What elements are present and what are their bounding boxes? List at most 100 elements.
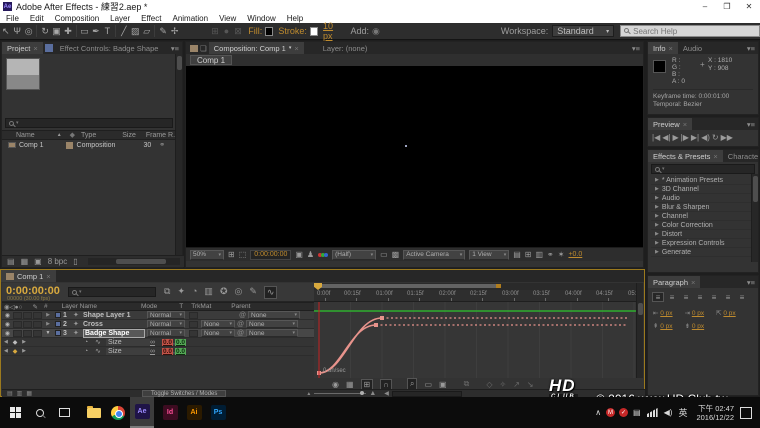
expander-icon[interactable]: ▼ [43, 330, 53, 336]
panel-menu-icon[interactable]: ▾≡ [744, 118, 758, 130]
type-tool-icon[interactable]: T [102, 26, 113, 36]
easy-ease-icon[interactable]: ✧ [499, 380, 506, 389]
play-button[interactable]: ▶ [672, 133, 678, 142]
edit-keyframe-icon[interactable]: ◇ [486, 380, 492, 389]
dimension-link-icon[interactable]: ∞ [150, 339, 162, 346]
view-layout-dropdown[interactable]: 1 View▾ [469, 250, 509, 260]
expand-layer-switches-icon[interactable]: ▤ [7, 390, 13, 397]
close-button[interactable]: ✕ [738, 0, 760, 13]
parent-pickwhip-icon[interactable]: @ [239, 312, 248, 319]
col-layer-name[interactable]: Layer Name [62, 303, 97, 310]
menu-view[interactable]: View [219, 14, 236, 23]
parent-dropdown[interactable]: None▾ [248, 311, 300, 319]
audio-cell[interactable] [13, 330, 22, 337]
volume-icon[interactable]: ◀) [664, 408, 673, 417]
menu-help[interactable]: Help [287, 14, 303, 23]
next-frame-button[interactable]: |▶ [681, 133, 689, 142]
col-size[interactable]: Size [122, 132, 136, 139]
graph-editor-icon[interactable]: ∿ [264, 286, 278, 299]
effects-search[interactable]: ▾ [651, 164, 755, 174]
timeline-button-icon[interactable]: ▥ [535, 250, 543, 259]
col-parent[interactable]: Parent [231, 303, 250, 310]
help-search[interactable] [620, 25, 760, 37]
fill-swatch[interactable] [265, 27, 273, 36]
solo-cell[interactable] [23, 330, 32, 337]
fx-category-distort[interactable]: ▶Distort [651, 230, 755, 239]
size-x-value[interactable]: 0.0 [162, 348, 173, 355]
justify-last-center-button[interactable]: ≡ [708, 292, 720, 302]
graph-toggle-icon[interactable]: ∿ [95, 338, 106, 346]
first-frame-button[interactable]: |◀ [652, 133, 660, 142]
camera-dropdown[interactable]: Active Camera▾ [403, 250, 465, 260]
trkmat-dropdown[interactable]: None▾ [201, 329, 235, 337]
dimension-link-icon[interactable]: ∞ [150, 348, 162, 355]
mode-dropdown[interactable]: Normal▾ [147, 329, 185, 337]
lock-cell[interactable] [33, 312, 42, 319]
layer-color-swatch[interactable] [55, 312, 61, 318]
axis-view-icon[interactable]: ⊠ [232, 26, 243, 37]
fit-all-icon[interactable]: ▣ [439, 380, 447, 389]
safe-margins-icon[interactable]: ⊞ [228, 250, 235, 259]
indesign-button[interactable]: Id [158, 397, 182, 428]
align-left-button[interactable]: ≡ [652, 292, 664, 302]
close-icon[interactable]: × [691, 278, 695, 287]
stroke-swatch[interactable] [310, 27, 318, 36]
after-effects-button-active[interactable]: Ae [130, 397, 154, 428]
illustrator-button[interactable]: Ai [182, 397, 206, 428]
menu-file[interactable]: File [6, 14, 19, 23]
parent-dropdown[interactable]: None▾ [246, 329, 298, 337]
graph-toggle-icon[interactable]: ∿ [95, 347, 106, 355]
panel-menu-icon[interactable]: ▾≡ [168, 42, 182, 54]
time-ruler[interactable]: 0:00f 00:15f 01:00f 01:15f 02:00f 02:15f… [314, 290, 636, 302]
axis-world-icon[interactable]: ● [221, 26, 232, 36]
tab-timeline-comp1[interactable]: Comp 1 × [1, 270, 56, 282]
t-cell[interactable] [189, 321, 198, 328]
close-icon[interactable]: × [33, 44, 37, 53]
tab-info[interactable]: Info× [648, 42, 678, 54]
panel-menu-icon[interactable]: ▾≡ [744, 276, 758, 288]
align-center-button[interactable]: ≡ [666, 292, 678, 302]
clone-stamp-tool-icon[interactable]: ▨ [130, 26, 141, 37]
auto-keyframe-icon[interactable]: ✎ [249, 286, 257, 299]
exposure-value[interactable]: +0.0 [568, 251, 582, 258]
size-y-value[interactable]: 0.0 [175, 348, 186, 355]
viewer-timecode[interactable]: 0:00:00:00 [250, 250, 291, 260]
roto-brush-tool-icon[interactable]: ✎ [157, 26, 168, 37]
camera-tool-icon[interactable]: ▣ [51, 26, 62, 37]
close-icon[interactable]: × [294, 44, 298, 53]
menu-window[interactable]: Window [247, 14, 275, 23]
parent-pickwhip-icon[interactable]: @ [237, 330, 246, 337]
col-framerate[interactable]: Frame R.. [146, 132, 177, 139]
zoom-out-mountain-icon[interactable]: ▲ [306, 391, 311, 397]
tab-preview[interactable]: Preview× [648, 118, 692, 130]
graph-editor[interactable]: 0 un/sec [314, 302, 636, 378]
fx-category-animation-presets[interactable]: ▶* Animation Presets [651, 176, 755, 185]
project-row-comp1[interactable]: Comp 1 Composition 30 ⚭ [2, 140, 177, 150]
menu-edit[interactable]: Edit [30, 14, 44, 23]
timeline-scrollbar[interactable] [636, 283, 643, 378]
timeline-search[interactable]: ▾ [68, 287, 156, 297]
tray-antivirus-icon[interactable]: M [606, 408, 615, 417]
maximize-button[interactable]: ❐ [716, 0, 738, 13]
lock-cell[interactable] [33, 321, 42, 328]
mask-visibility-icon[interactable]: ⬚ [239, 250, 247, 259]
workspace-dropdown[interactable]: Standard ▾ [552, 25, 614, 37]
stopwatch-icon[interactable]: ◔ [84, 339, 95, 346]
solo-cell[interactable] [23, 321, 32, 328]
layer-row-1[interactable]: ◉ ▶ 1 ✦ Shape Layer 1 Normal▾ @ None▾ [2, 311, 314, 320]
pixel-aspect-icon[interactable]: ▤ [513, 250, 521, 259]
magnification-dropdown[interactable]: 50%▾ [190, 250, 224, 260]
new-folder-icon[interactable]: ▦ [21, 257, 29, 266]
close-icon[interactable]: × [669, 44, 673, 53]
snap-icon[interactable]: ∩ [380, 379, 392, 390]
indent-left-value[interactable]: 0 px [660, 310, 672, 317]
playhead-marker[interactable] [314, 283, 322, 290]
property-row-size-2[interactable]: ◀◆▶ ◔ ∿ Size ∞ 0.0 , 0.0 [2, 347, 314, 356]
indent-right-value[interactable]: 0 px [692, 310, 704, 317]
t-cell[interactable] [189, 312, 198, 319]
timeline-zoom-slider[interactable] [314, 393, 366, 394]
file-explorer-button[interactable] [82, 397, 106, 428]
col-mode[interactable]: Mode [141, 303, 157, 310]
parent-pickwhip-icon[interactable]: @ [237, 321, 246, 328]
tab-paragraph[interactable]: Paragraph× [648, 276, 700, 288]
